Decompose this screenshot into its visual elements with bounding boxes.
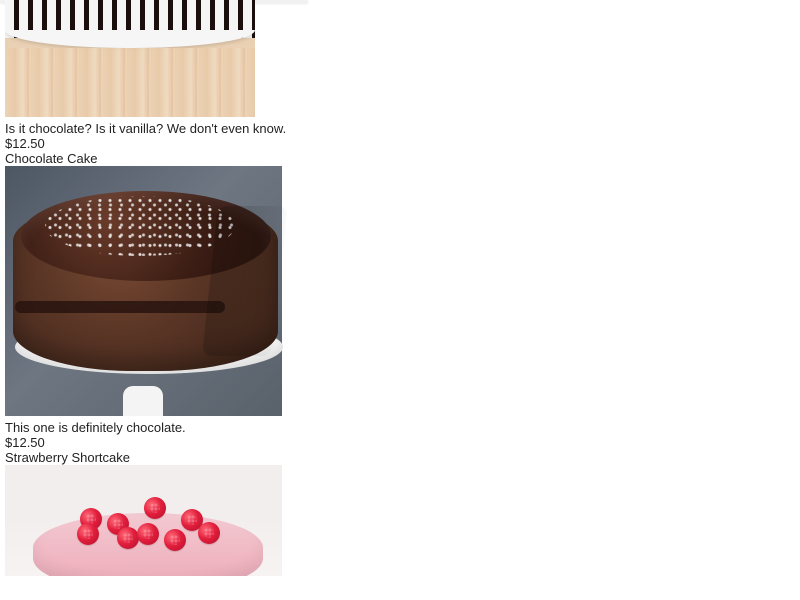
wood-surface (5, 48, 255, 117)
product-name-3: Strawberry Shortcake (5, 450, 130, 465)
raspberry-icon (77, 523, 99, 545)
product-description-2: This one is definitely chocolate. (5, 420, 186, 435)
raspberry-icon (144, 497, 166, 519)
raspberry-icon (164, 529, 186, 551)
cake-image (5, 0, 255, 117)
product-price-2: $12.50 (5, 435, 45, 450)
cake-layer (15, 301, 225, 313)
chocolate-cake-image (5, 166, 288, 416)
raspberry-icon (198, 522, 220, 544)
product-image-2 (5, 166, 325, 416)
product-description-1: Is it chocolate? Is it vanilla? We don't… (5, 121, 287, 136)
product-image-3 (5, 465, 325, 576)
product-list: Is it chocolate? Is it vanilla? We don't… (5, 0, 325, 576)
product-price-1: $12.50 (5, 136, 45, 151)
raspberry-icon (137, 523, 159, 545)
white-sprinkles (45, 196, 235, 256)
cake-stand-stem (123, 386, 163, 416)
product-name-2: Chocolate Cake (5, 151, 98, 166)
product-image-1 (5, 0, 325, 117)
cake-plate (5, 30, 255, 48)
raspberry-icon (117, 527, 139, 549)
strawberry-shortcake-image (5, 465, 282, 576)
